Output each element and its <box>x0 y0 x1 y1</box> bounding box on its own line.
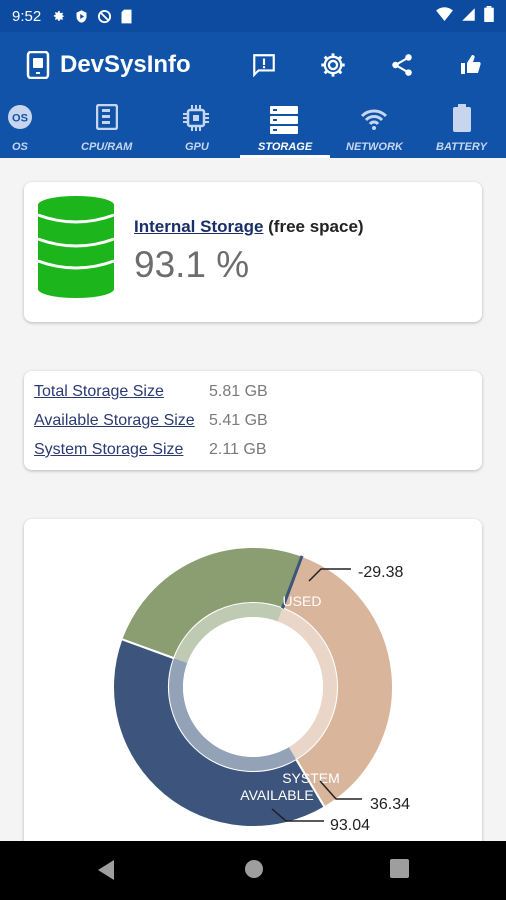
detail-value: 5.81 GB <box>209 383 268 400</box>
detail-value: 2.11 GB <box>209 441 267 458</box>
device-info-logo-icon <box>26 50 50 84</box>
gear-icon <box>51 9 66 24</box>
system-nav-bar <box>0 841 506 900</box>
recents-icon[interactable] <box>390 859 409 883</box>
active-tab-indicator <box>240 155 330 158</box>
status-time: 9:52 <box>12 7 42 25</box>
battery-icon <box>484 6 494 26</box>
vpn-icon <box>97 9 112 24</box>
wifi-icon <box>436 7 453 25</box>
detail-row: Total Storage Size 5.81 GB <box>34 383 268 401</box>
slice-label-available: AVAILABLE <box>240 787 313 803</box>
detail-key[interactable]: Total Storage Size <box>34 383 164 400</box>
memory-icon <box>95 103 119 135</box>
tab-label: CPU/RAM <box>81 141 133 153</box>
svg-text:OS: OS <box>12 113 28 125</box>
tab-label: NETWORK <box>346 141 403 153</box>
storage-chart-card: USED SYSTEM AVAILABLE -29.38 36.34 93.04 <box>24 519 482 859</box>
os-icon: OS <box>7 104 33 135</box>
value-label-available: 93.04 <box>330 817 370 834</box>
thumbs-up-icon[interactable] <box>456 50 486 80</box>
detail-row: Available Storage Size 5.41 GB <box>34 412 268 430</box>
tab-storage[interactable]: STORAGE <box>240 98 330 158</box>
share-icon[interactable] <box>387 50 417 80</box>
status-bar: 9:52 <box>0 0 506 32</box>
value-label-system: 36.34 <box>370 796 410 813</box>
tab-gpu[interactable]: GPU <box>160 98 232 158</box>
donut-hole <box>183 617 323 757</box>
database-icon <box>37 195 115 304</box>
feedback-icon[interactable] <box>249 50 279 80</box>
storage-title-suffix: (free space) <box>263 217 364 236</box>
signal-icon <box>461 7 476 26</box>
wifi-icon <box>360 108 388 135</box>
detail-key[interactable]: System Storage Size <box>34 441 183 458</box>
free-space-percent: 93.1 % <box>134 244 250 285</box>
tab-label: GPU <box>185 141 209 153</box>
tab-cpu-ram[interactable]: CPU/RAM <box>64 98 152 158</box>
tab-label: BATTERY <box>436 141 487 153</box>
storage-summary-card: Internal Storage (free space) 93.1 % <box>24 182 482 322</box>
tab-battery[interactable]: BATTERY <box>430 98 500 158</box>
storage-title: Internal Storage (free space) <box>134 217 364 237</box>
detail-row: System Storage Size 2.11 GB <box>34 441 267 459</box>
app-title: DevSysInfo <box>60 51 191 78</box>
chip-icon <box>182 104 210 137</box>
battery-icon <box>453 104 471 137</box>
tab-os[interactable]: OS OS <box>0 98 40 158</box>
detail-key[interactable]: Available Storage Size <box>34 412 195 429</box>
tab-label: STORAGE <box>258 141 313 153</box>
storage-donut-chart: USED SYSTEMAVAILABLE -29.38 36.3493.04 <box>112 546 410 834</box>
tab-bar: OS OS CPU/RAM GPU STORAGE NETWORK BATTER… <box>0 98 506 158</box>
internal-storage-link[interactable]: Internal Storage <box>134 217 263 236</box>
play-protect-icon <box>74 9 89 24</box>
sd-card-icon <box>120 9 133 24</box>
app-bar: DevSysInfo <box>0 32 506 98</box>
storage-details-card: Total Storage Size 5.81 GB Available Sto… <box>24 371 482 470</box>
detail-value: 5.41 GB <box>209 412 268 429</box>
home-icon[interactable] <box>244 859 264 884</box>
back-icon[interactable] <box>96 859 116 886</box>
value-label-used: -29.38 <box>358 564 403 581</box>
settings-icon[interactable] <box>318 50 348 80</box>
slice-label-used: USED <box>283 593 322 609</box>
storage-icon <box>268 104 300 141</box>
tab-label: OS <box>12 141 28 153</box>
tab-network[interactable]: NETWORK <box>340 98 410 158</box>
slice-label-system: SYSTEM <box>282 770 340 786</box>
